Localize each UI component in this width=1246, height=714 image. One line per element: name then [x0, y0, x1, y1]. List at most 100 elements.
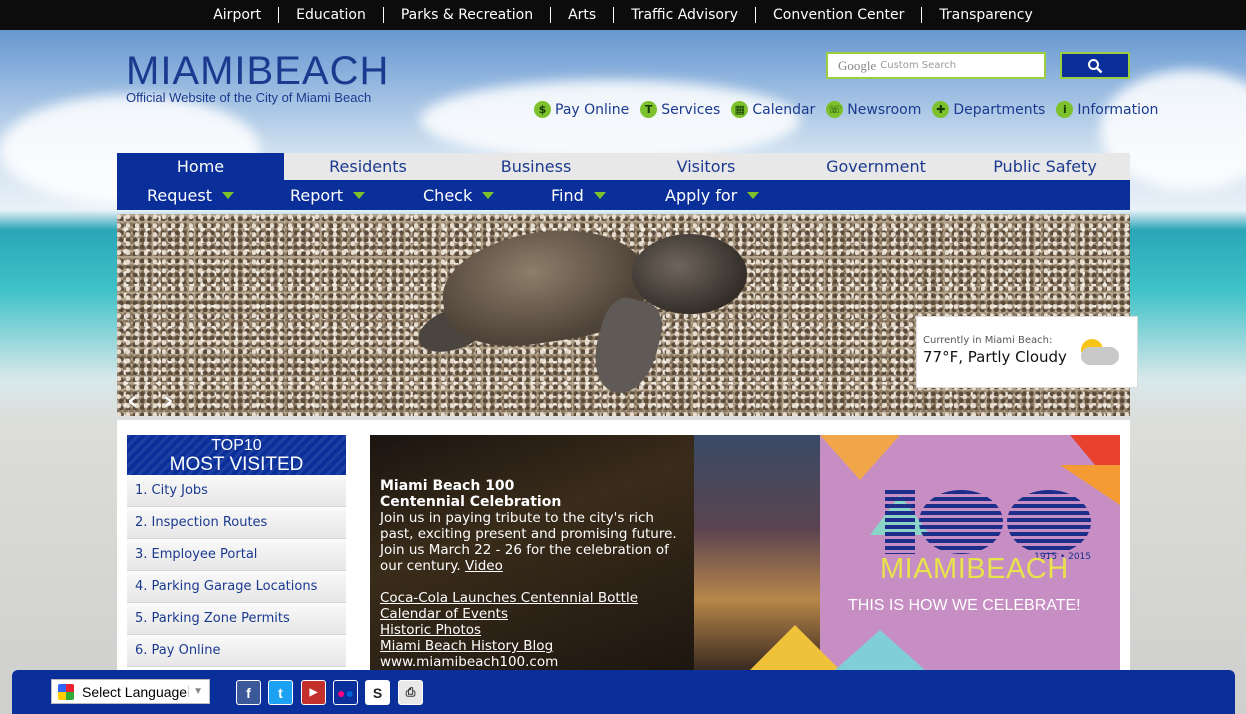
- topbar-link-parks[interactable]: Parks & Recreation: [384, 7, 552, 23]
- most-visited-item[interactable]: 4. Parking Garage Locations: [127, 571, 346, 603]
- subnav-check[interactable]: Check: [423, 180, 495, 210]
- quicklink-calendar[interactable]: ▦ Calendar: [731, 101, 815, 118]
- decor-triangle: [835, 630, 925, 670]
- flickr-icon[interactable]: ● ●: [333, 680, 358, 705]
- logo-tagline: Official Website of the City of Miami Be…: [126, 90, 372, 105]
- centennial-brand: MIAMIBEACH: [880, 553, 1069, 585]
- dollar-icon: $: [534, 101, 551, 118]
- weather-label: Currently in Miami Beach:: [923, 335, 1053, 346]
- quicklink-information[interactable]: i Information: [1056, 101, 1158, 118]
- logo-word-miami: MIAMI: [126, 49, 247, 93]
- calendar-icon: ▦: [731, 101, 749, 118]
- action-navigation: Request Report Check Find Apply for: [117, 180, 1130, 210]
- nav-tab-public-safety[interactable]: Public Safety: [960, 153, 1130, 180]
- main-navigation: Home Residents Business Visitors Governm…: [117, 153, 1130, 180]
- quicklink-newsroom[interactable]: ☏ Newsroom: [826, 101, 921, 118]
- promo-text: Miami Beach 100 Centennial Celebration J…: [380, 478, 680, 670]
- google-label: Google: [838, 57, 877, 73]
- top10-header: TOP10 MOST VISITED: [127, 435, 346, 475]
- chevron-down-icon: [593, 191, 606, 199]
- topbar-link-airport[interactable]: Airport: [196, 7, 280, 23]
- subnav-report[interactable]: Report: [290, 180, 366, 210]
- logo-wordmark: MIAMIBEACH: [126, 50, 389, 92]
- subnav-find[interactable]: Find: [551, 180, 606, 210]
- language-select[interactable]: Select Language ▼: [51, 679, 210, 704]
- topbar-link-education[interactable]: Education: [279, 7, 384, 23]
- subnav-label: Check: [423, 185, 473, 205]
- top-utility-bar: Airport Education Parks & Recreation Art…: [0, 0, 1246, 30]
- chevron-down-icon: ▼: [188, 686, 203, 697]
- decor-triangle: [750, 625, 840, 670]
- logo-digit: [885, 490, 915, 554]
- google-translate-icon: [58, 683, 74, 700]
- slide-prev-icon[interactable]: ‹: [127, 386, 138, 416]
- subnav-apply-for[interactable]: Apply for: [665, 180, 760, 210]
- site-logo[interactable]: MIAMIBEACH Official Website of the City …: [126, 50, 389, 105]
- centennial-logo: 1915 • 2015: [885, 490, 1091, 562]
- quicklink-pay-online[interactable]: $ Pay Online: [534, 101, 629, 118]
- quicklink-label: Newsroom: [847, 101, 922, 118]
- topbar-link-arts[interactable]: Arts: [551, 7, 615, 23]
- turtle-image-part: [632, 234, 747, 314]
- topbar-link-transparency[interactable]: Transparency: [922, 7, 1049, 23]
- search-icon: [1088, 58, 1103, 73]
- nav-tab-government[interactable]: Government: [792, 153, 960, 180]
- cloud-icon: [1081, 347, 1119, 365]
- nav-tab-residents[interactable]: Residents: [284, 153, 452, 180]
- subnav-label: Request: [147, 185, 212, 205]
- top10-subtitle: MOST VISITED: [169, 454, 304, 475]
- quicklink-label: Services: [661, 101, 721, 118]
- promo-video-link[interactable]: Video: [465, 558, 503, 574]
- quick-links: $ Pay Online T Services ▦ Calendar ☏ Newsroo…: [534, 101, 1169, 118]
- quicklink-services[interactable]: T Services: [640, 101, 720, 118]
- nav-tab-home[interactable]: Home: [117, 153, 284, 180]
- centennial-tagline: THIS IS HOW WE CELEBRATE!: [848, 597, 1081, 614]
- scribd-icon[interactable]: S: [365, 680, 390, 705]
- promo-url: www.miamibeach100.com: [380, 654, 559, 670]
- most-visited-item[interactable]: 6. Pay Online: [127, 635, 346, 667]
- nav-tab-business[interactable]: Business: [452, 153, 620, 180]
- departments-icon: ✚: [932, 101, 950, 118]
- quicklink-label: Departments: [953, 101, 1046, 118]
- youtube-icon[interactable]: ▶: [301, 680, 326, 705]
- chevron-down-icon: [747, 191, 760, 199]
- promo-link[interactable]: Miami Beach History Blog: [380, 638, 553, 654]
- cloud-decoration: [420, 80, 800, 160]
- subnav-label: Find: [551, 185, 584, 205]
- slide-next-icon[interactable]: ›: [163, 386, 174, 416]
- promo-heading: Miami Beach 100: [380, 478, 515, 494]
- decor-triangle: [820, 435, 900, 480]
- topbar-link-convention[interactable]: Convention Center: [756, 7, 923, 23]
- promo-link[interactable]: Coca-Cola Launches Centennial Bottle: [380, 590, 638, 606]
- logo-100: [885, 490, 1091, 554]
- promo-link[interactable]: Calendar of Events: [380, 606, 508, 622]
- promo-body-text: Join us in paying tribute to the city's …: [380, 510, 677, 574]
- quicklink-departments[interactable]: ✚ Departments: [932, 101, 1045, 118]
- quicklink-label: Information: [1077, 101, 1159, 118]
- nav-tab-visitors[interactable]: Visitors: [620, 153, 792, 180]
- chevron-down-icon: [222, 191, 234, 199]
- most-visited-item[interactable]: 3. Employee Portal: [127, 539, 346, 571]
- twitter-icon[interactable]: t: [268, 680, 293, 705]
- search-button[interactable]: [1060, 52, 1130, 79]
- language-select-label: Select Language: [82, 683, 188, 700]
- top10-title: TOP10: [211, 437, 262, 454]
- quicklink-label: Calendar: [752, 101, 816, 118]
- subnav-label: Report: [290, 185, 344, 205]
- topbar-link-traffic[interactable]: Traffic Advisory: [614, 7, 757, 23]
- promo-link[interactable]: Historic Photos: [380, 622, 481, 638]
- search-input[interactable]: Google Custom Search: [826, 52, 1046, 79]
- services-icon: T: [640, 101, 658, 118]
- most-visited-list: 1. City Jobs 2. Inspection Routes 3. Emp…: [127, 475, 346, 667]
- subnav-request[interactable]: Request: [147, 180, 234, 210]
- share-icon[interactable]: ⎙: [398, 680, 423, 705]
- quicklink-label: Pay Online: [555, 101, 630, 118]
- weather-widget: Currently in Miami Beach: 77°F, Partly C…: [916, 316, 1138, 388]
- facebook-icon[interactable]: f: [236, 680, 261, 705]
- most-visited-item[interactable]: 1. City Jobs: [127, 475, 346, 507]
- chevron-down-icon: [482, 191, 495, 199]
- most-visited-item[interactable]: 2. Inspection Routes: [127, 507, 346, 539]
- promo-body: Join us in paying tribute to the city's …: [380, 510, 680, 574]
- most-visited-item[interactable]: 5. Parking Zone Permits: [127, 603, 346, 635]
